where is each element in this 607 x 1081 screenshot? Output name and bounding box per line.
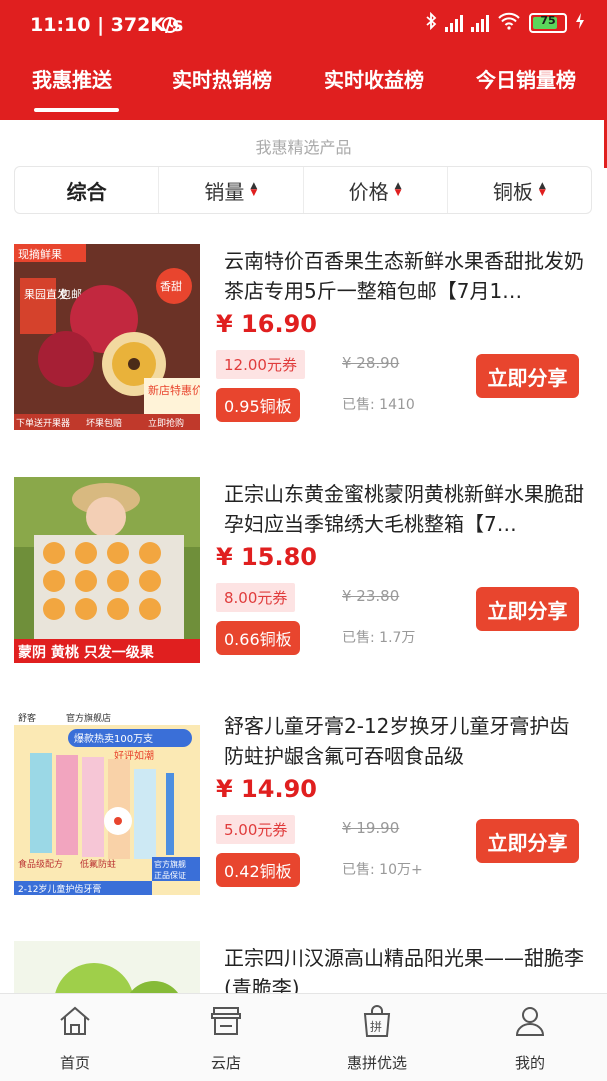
product-price: ¥ 14.90 [216, 775, 317, 803]
product-image-green-plum[interactable] [14, 941, 200, 993]
product-title[interactable]: 正宗四川汉源高山精品阳光果——甜脆李(青脆李) [224, 943, 584, 993]
copper-badge: 0.42铜板 [216, 853, 300, 887]
image-label: 蒙阴 黄桃 只发一级果 [18, 644, 155, 661]
alarm-icon [160, 14, 180, 39]
status-icons: 75 [425, 11, 585, 34]
image-label: 爆款热卖100万支 [74, 732, 153, 745]
nav-group-buy[interactable]: 拼 惠拼优选 [322, 1004, 432, 1073]
sort-arrows-icon: ▲ ▼ [250, 181, 258, 198]
sort-price[interactable]: 价格 ▲ ▼ [304, 167, 448, 213]
store-icon [211, 1007, 241, 1035]
battery-level: 75 [540, 14, 556, 27]
sort-arrows-icon: ▲ ▼ [394, 181, 402, 198]
image-label: 立即抢购 [148, 417, 184, 429]
coupon-badge: 8.00元券 [216, 583, 296, 612]
signal-hd-icon [471, 14, 489, 32]
copper-badge: 0.66铜板 [216, 621, 300, 655]
share-button[interactable]: 立即分享 [476, 819, 579, 863]
product-card[interactable]: 现摘鲜果 果园直发 包邮 香甜 新店特惠价 下单送开果器 坏果包赔 立即抢购 云… [0, 244, 607, 444]
sort-label: 综合 [66, 179, 107, 204]
product-image-toothpaste[interactable]: 舒客 官方旗舰店 爆款热卖100万支 好评如潮 食品级配方 低氟防蛀 官方旗舰 … [14, 709, 200, 895]
image-label: 食品级配方 [18, 858, 63, 870]
nav-home[interactable]: 首页 [20, 1004, 130, 1073]
charging-icon [575, 12, 585, 34]
sort-copper[interactable]: 铜板 ▲ ▼ [448, 167, 591, 213]
image-label: 坏果包赔 [86, 417, 122, 429]
svg-text:拼: 拼 [370, 1020, 382, 1034]
original-price: ¥ 19.90 [342, 819, 400, 837]
product-title[interactable]: 舒客儿童牙膏2-12岁换牙儿童牙膏护齿防蛀护龈含氟可吞咽食品级 [224, 711, 584, 771]
sort-label: 销量 [204, 179, 245, 204]
tab-hot-sales[interactable]: 实时热销榜 [172, 64, 272, 93]
image-label: 正品保证 [154, 870, 186, 880]
product-title[interactable]: 正宗山东黄金蜜桃蒙阴黄桃新鲜水果脆甜孕妇应当季锦绣大毛桃整箱【7… [224, 479, 584, 539]
bottom-navigation: 首页 云店 拼 惠拼优选 我的 [0, 993, 607, 1081]
copper-badge: 0.95铜板 [216, 388, 300, 422]
image-label: 低氟防蛀 [80, 858, 116, 870]
sort-bar: 综合 销量 ▲ ▼ 价格 ▲ ▼ 铜板 ▲ ▼ [14, 166, 592, 214]
image-label: 官方旗舰店 [66, 712, 111, 724]
sold-count: 已售: 1410 [342, 397, 415, 413]
signal-hd-icon [445, 14, 463, 32]
coupon-badge: 12.00元券 [216, 350, 305, 379]
bluetooth-icon [425, 11, 437, 34]
image-label: 现摘鲜果 [18, 247, 62, 261]
sold-count: 已售: 10万+ [342, 862, 423, 878]
image-label: 新店特惠价 [148, 383, 200, 397]
tab-push[interactable]: 我惠推送 [32, 64, 112, 93]
sort-sales[interactable]: 销量 ▲ ▼ [159, 167, 304, 213]
tab-earnings[interactable]: 实时收益榜 [324, 64, 424, 93]
product-price: ¥ 15.80 [216, 543, 317, 571]
shopping-bag-icon: 拼 [363, 1005, 391, 1037]
share-button[interactable]: 立即分享 [476, 354, 579, 398]
product-price: ¥ 16.90 [216, 310, 317, 338]
sort-arrows-icon: ▲ ▼ [538, 181, 546, 198]
status-bar: 11:10 | 372K/s 75 [0, 0, 607, 52]
product-title[interactable]: 云南特价百香果生态新鲜水果香甜批发奶茶店专用5斤一整箱包邮【7月1… [224, 246, 584, 306]
active-tab-indicator [34, 108, 119, 112]
coupon-badge: 5.00元券 [216, 815, 296, 844]
image-label: 2-12岁儿童护齿牙膏 [18, 883, 101, 895]
wifi-icon [497, 12, 521, 34]
share-button[interactable]: 立即分享 [476, 587, 579, 631]
product-card[interactable]: 正宗四川汉源高山精品阳光果——甜脆李(青脆李) [0, 941, 607, 993]
sort-label: 价格 [348, 179, 389, 204]
nav-label: 我的 [514, 1054, 545, 1072]
original-price: ¥ 28.90 [342, 354, 400, 372]
image-label: 舒客 [18, 712, 36, 724]
sort-label: 铜板 [492, 179, 533, 204]
user-icon [515, 1007, 545, 1036]
nav-label: 云店 [210, 1054, 241, 1072]
image-label: 官方旗舰 [154, 859, 186, 869]
product-image-yellow-peach[interactable]: 蒙阴 黄桃 只发一级果 [14, 477, 200, 663]
image-label: 香甜 [160, 280, 182, 293]
nav-profile[interactable]: 我的 [475, 1004, 585, 1073]
nav-store[interactable]: 云店 [171, 1004, 281, 1073]
product-card[interactable]: 蒙阴 黄桃 只发一级果 正宗山东黄金蜜桃蒙阴黄桃新鲜水果脆甜孕妇应当季锦绣大毛桃… [0, 477, 607, 677]
top-tabs: 我惠推送 实时热销榜 实时收益榜 今日销量榜 [0, 52, 607, 120]
nav-label: 首页 [59, 1054, 90, 1072]
product-image-passion-fruit[interactable]: 现摘鲜果 果园直发 包邮 香甜 新店特惠价 下单送开果器 坏果包赔 立即抢购 [14, 244, 200, 430]
original-price: ¥ 23.80 [342, 587, 400, 605]
home-icon [60, 1006, 90, 1035]
tab-daily-sales[interactable]: 今日销量榜 [476, 64, 576, 93]
sort-comprehensive[interactable]: 综合 [15, 167, 160, 213]
battery-icon: 75 [529, 13, 567, 33]
section-title: 我惠精选产品 [255, 138, 352, 157]
product-card[interactable]: 舒客 官方旗舰店 爆款热卖100万支 好评如潮 食品级配方 低氟防蛀 官方旗舰 … [0, 709, 607, 909]
image-label: 下单送开果器 [16, 417, 70, 429]
sold-count: 已售: 1.7万 [342, 630, 416, 646]
nav-label: 惠拼优选 [346, 1054, 407, 1072]
